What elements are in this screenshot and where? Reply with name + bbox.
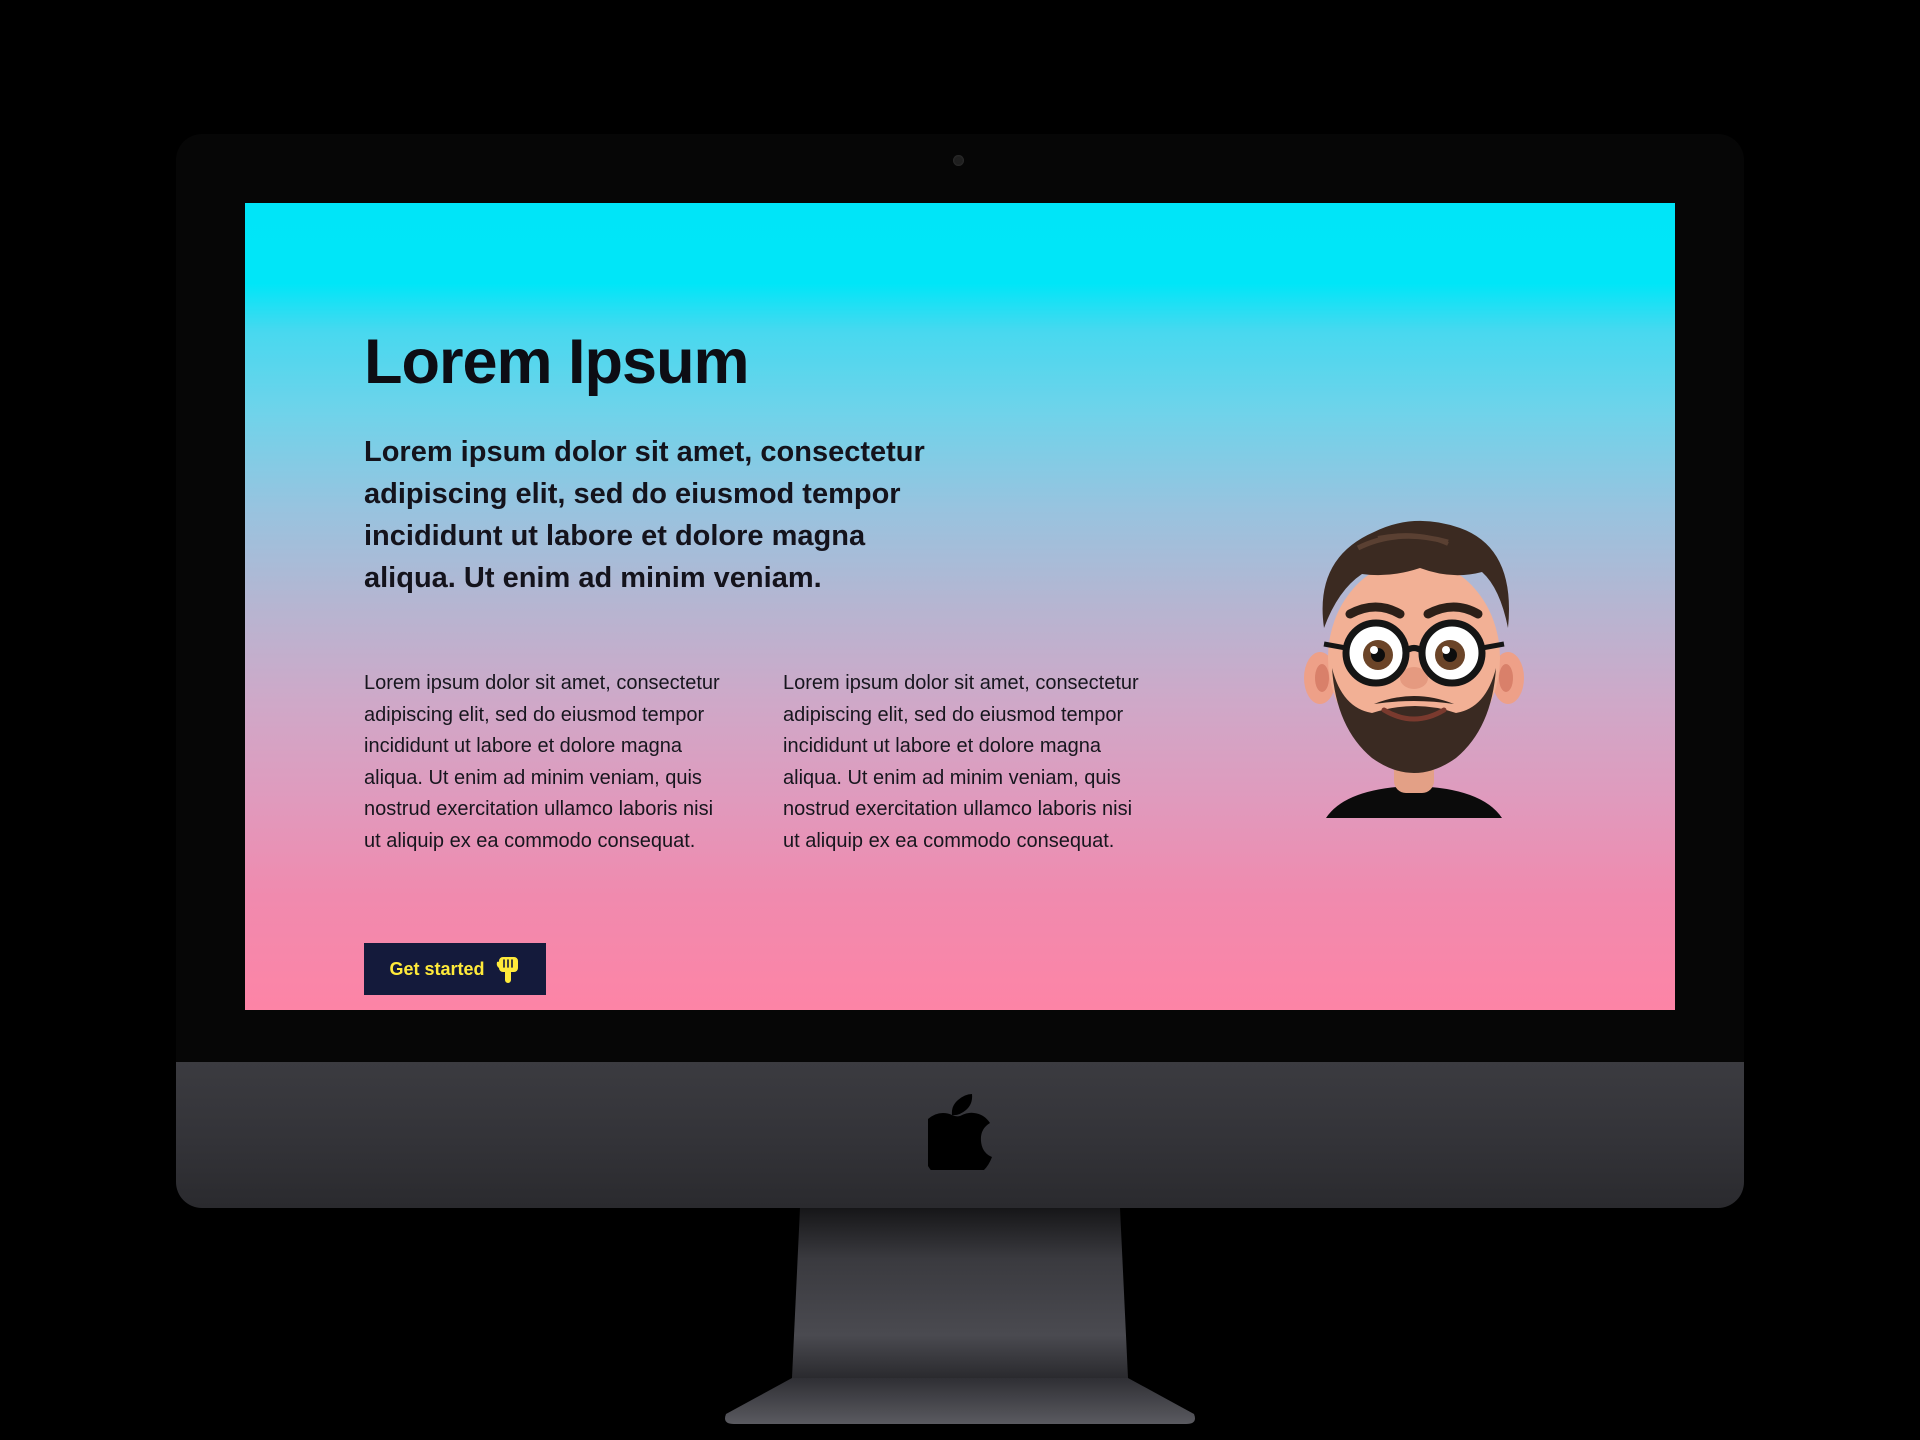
- monitor-stand: [725, 1208, 1195, 1424]
- imac-mockup: Lorem Ipsum Lorem ipsum dolor sit amet, …: [0, 0, 1920, 1440]
- cartoon-avatar-icon: [1304, 520, 1524, 818]
- get-started-label: Get started: [389, 958, 485, 979]
- hero-body-column-2: Lorem ipsum dolor sit amet, consectetur …: [783, 672, 1139, 852]
- apple-logo-icon: [928, 1094, 992, 1170]
- hero-body-column-1: Lorem ipsum dolor sit amet, consectetur …: [364, 672, 720, 852]
- hero-section: Lorem Ipsum Lorem ipsum dolor sit amet, …: [245, 203, 1675, 1010]
- webcam-icon: [953, 155, 964, 166]
- hero-title: Lorem Ipsum: [364, 327, 750, 397]
- hero-content: Lorem Ipsum Lorem ipsum dolor sit amet, …: [364, 203, 1264, 1010]
- hand-pointing-down-icon: [496, 957, 518, 983]
- hero-lead-text: Lorem ipsum dolor sit amet, consectetur …: [364, 436, 925, 594]
- get-started-button[interactable]: Get started: [364, 943, 546, 995]
